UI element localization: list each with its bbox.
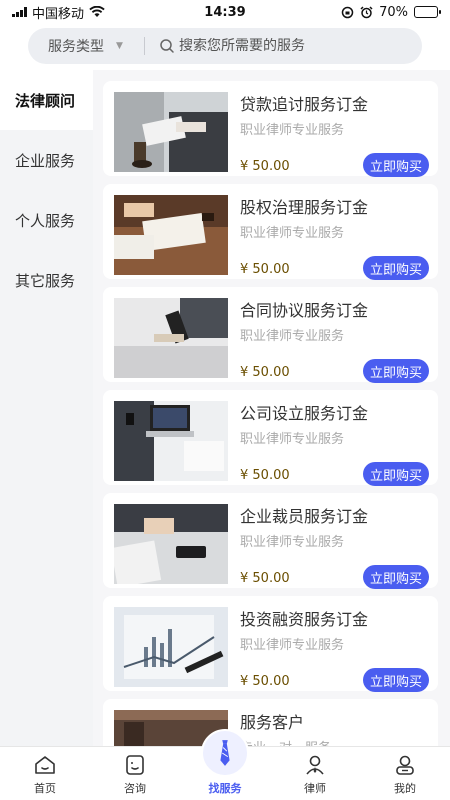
- tab-profile[interactable]: 我的: [360, 747, 450, 800]
- wifi-icon: [89, 6, 105, 17]
- service-subtitle: 职业律师专业服务: [240, 329, 345, 344]
- home-icon: [35, 756, 55, 774]
- service-subtitle: 职业律师专业服务: [240, 123, 345, 138]
- search-input[interactable]: [179, 38, 409, 54]
- service-title: 贷款追讨服务订金: [240, 95, 369, 114]
- service-subtitle: 职业律师专业服务: [240, 638, 345, 653]
- buy-now-button[interactable]: 立即购买: [363, 153, 429, 177]
- service-subtitle: 专业一对一服务: [240, 737, 331, 746]
- service-price: ¥ 50.00: [240, 571, 290, 586]
- service-type-dropdown[interactable]: 服务类型 ▼: [28, 36, 144, 56]
- service-price: ¥ 50.00: [240, 365, 290, 380]
- bottom-tab-bar: 首页 咨询 找服务 律师 我的: [0, 729, 450, 800]
- chevron-down-icon: ▼: [116, 41, 123, 51]
- divider: [144, 37, 145, 55]
- service-price: ¥ 50.00: [240, 159, 290, 174]
- service-card[interactable]: 公司设立服务订金 职业律师专业服务 ¥ 50.00 立即购买: [103, 390, 438, 486]
- service-title: 投资融资服务订金: [240, 610, 369, 629]
- tab-find-service[interactable]: 找服务: [180, 729, 270, 800]
- service-card[interactable]: 贷款追讨服务订金 职业律师专业服务 ¥ 50.00 立即购买: [103, 81, 438, 177]
- lawyer-tie-icon: [220, 740, 230, 766]
- sidebar-item-personal-services[interactable]: 个人服务: [0, 190, 93, 250]
- service-card[interactable]: 股权治理服务订金 职业律师专业服务 ¥ 50.00 立即购买: [103, 184, 438, 280]
- rotation-lock-icon: [341, 6, 354, 18]
- service-subtitle: 职业律师专业服务: [240, 432, 345, 447]
- signal-icon: [12, 7, 27, 17]
- service-subtitle: 职业律师专业服务: [240, 535, 345, 550]
- service-card[interactable]: 合同协议服务订金 职业律师专业服务 ¥ 50.00 立即购买: [103, 287, 438, 383]
- status-bar: 中国移动 14:39 70%: [0, 0, 450, 24]
- battery-icon: [414, 6, 441, 18]
- tab-home[interactable]: 首页: [0, 747, 90, 800]
- service-price: ¥ 50.00: [240, 262, 290, 277]
- search-area: 服务类型 ▼: [0, 24, 450, 70]
- service-type-label: 服务类型: [48, 39, 104, 55]
- buy-now-button[interactable]: 立即购买: [363, 462, 429, 486]
- service-title: 服务客户: [240, 713, 305, 732]
- search-icon: [160, 39, 174, 53]
- sidebar-item-enterprise-services[interactable]: 企业服务: [0, 130, 93, 190]
- service-thumbnail-image: [114, 607, 228, 687]
- search-bar: 服务类型 ▼: [28, 28, 422, 64]
- service-thumbnail-image: [114, 92, 228, 172]
- buy-now-button[interactable]: 立即购买: [363, 359, 429, 383]
- service-subtitle: 职业律师专业服务: [240, 226, 345, 241]
- sidebar-item-other-services[interactable]: 其它服务: [0, 250, 93, 310]
- carrier-label: 中国移动: [32, 6, 85, 22]
- service-thumbnail-image: [114, 504, 228, 584]
- tab-consult[interactable]: 咨询: [90, 747, 180, 800]
- service-thumbnail-image: [114, 298, 228, 378]
- sidebar-item-legal-advisor[interactable]: 法律顾问: [0, 70, 93, 130]
- service-card[interactable]: 投资融资服务订金 职业律师专业服务 ¥ 50.00 立即购买: [103, 596, 438, 692]
- service-list: 贷款追讨服务订金 职业律师专业服务 ¥ 50.00 立即购买 股权治理服务订金 …: [93, 70, 450, 746]
- tab-lawyers[interactable]: 律师: [270, 747, 360, 800]
- lawyer-icon: [306, 755, 324, 775]
- profile-icon: [396, 755, 414, 775]
- alarm-icon: [360, 5, 373, 18]
- service-price: ¥ 50.00: [240, 468, 290, 483]
- category-sidebar: 法律顾问 企业服务 个人服务 其它服务: [0, 70, 93, 746]
- buy-now-button[interactable]: 立即购买: [363, 565, 429, 589]
- service-card[interactable]: 企业裁员服务订金 职业律师专业服务 ¥ 50.00 立即购买: [103, 493, 438, 589]
- service-title: 合同协议服务订金: [240, 301, 369, 320]
- buy-now-button[interactable]: 立即购买: [363, 256, 429, 280]
- chat-icon: [126, 755, 144, 775]
- service-card[interactable]: 服务客户 专业一对一服务: [103, 699, 438, 746]
- find-service-bubble: [201, 729, 249, 777]
- service-title: 企业裁员服务订金: [240, 507, 369, 526]
- service-price: ¥ 50.00: [240, 674, 290, 689]
- buy-now-button[interactable]: 立即购买: [363, 668, 429, 692]
- service-title: 股权治理服务订金: [240, 198, 369, 217]
- service-thumbnail-image: [114, 195, 228, 275]
- battery-percent: 70%: [379, 4, 408, 20]
- service-title: 公司设立服务订金: [240, 404, 369, 423]
- service-thumbnail-image: [114, 401, 228, 481]
